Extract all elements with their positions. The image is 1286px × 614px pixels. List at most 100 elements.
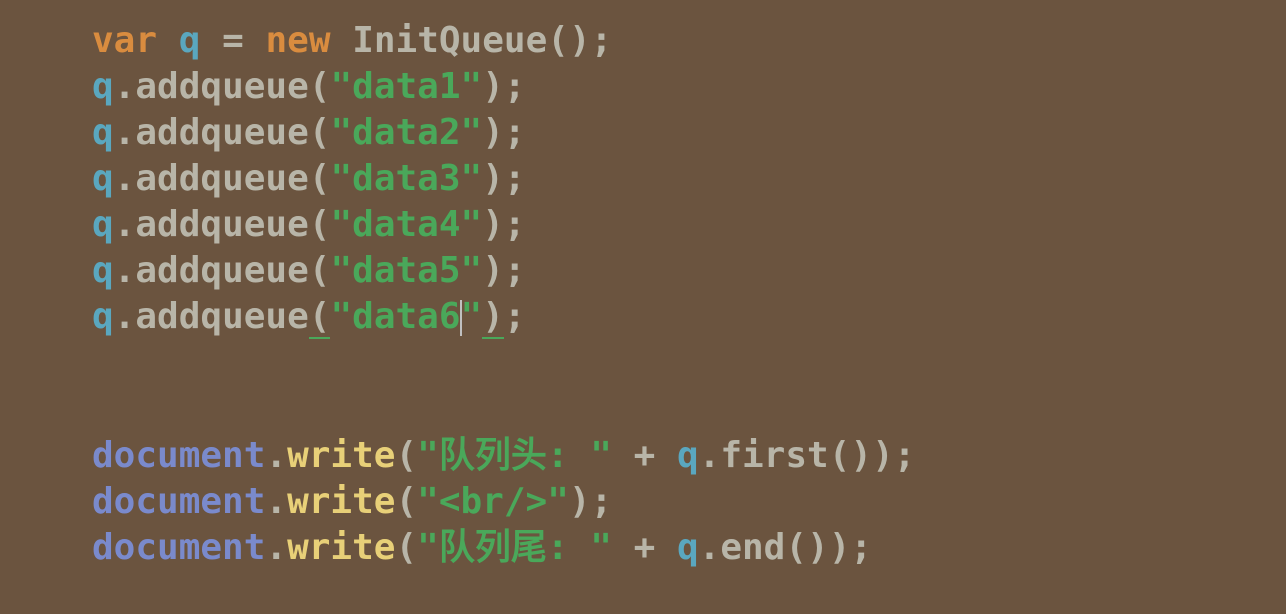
semicolon: ; bbox=[894, 435, 916, 476]
dot: . bbox=[699, 527, 721, 568]
code-line-addqueue-3: q.addqueue("data3"); bbox=[92, 156, 1286, 202]
string-data6: data6 bbox=[352, 296, 460, 337]
dot: . bbox=[265, 527, 287, 568]
paren-close-matched: ) bbox=[482, 296, 504, 337]
string-quote: " bbox=[417, 527, 439, 568]
paren-open: ( bbox=[547, 20, 569, 61]
string-quote: " bbox=[461, 66, 483, 107]
string-quote: " bbox=[590, 527, 612, 568]
blank-line bbox=[92, 387, 1286, 433]
identifier-q: q bbox=[92, 112, 114, 153]
paren-close: ) bbox=[482, 112, 504, 153]
dot: . bbox=[114, 296, 136, 337]
string-quote: " bbox=[461, 112, 483, 153]
paren-open: ( bbox=[309, 158, 331, 199]
semicolon: ; bbox=[504, 112, 526, 153]
method-addqueue: addqueue bbox=[135, 66, 308, 107]
code-line-write-end: document.write("队列尾: " + q.end()); bbox=[92, 525, 1286, 571]
operator-plus: + bbox=[634, 527, 656, 568]
identifier-q: q bbox=[92, 158, 114, 199]
method-addqueue: addqueue bbox=[135, 204, 308, 245]
method-write: write bbox=[287, 435, 395, 476]
paren-close: ) bbox=[569, 481, 591, 522]
method-addqueue: addqueue bbox=[135, 296, 308, 337]
paren-open: ( bbox=[395, 481, 417, 522]
operator-plus: + bbox=[634, 435, 656, 476]
text-cursor bbox=[460, 300, 462, 336]
paren-open: ( bbox=[829, 435, 851, 476]
method-end: end bbox=[720, 527, 785, 568]
semicolon: ; bbox=[504, 296, 526, 337]
string-quote: " bbox=[330, 204, 352, 245]
code-line-1: var q = new InitQueue(); bbox=[92, 18, 1286, 64]
identifier-q: q bbox=[677, 435, 699, 476]
string-tail: 队列尾: bbox=[439, 527, 590, 568]
paren-open: ( bbox=[395, 435, 417, 476]
semicolon: ; bbox=[504, 158, 526, 199]
string-br: <br/> bbox=[439, 481, 547, 522]
string-head: 队列头: bbox=[439, 435, 590, 476]
dot: . bbox=[265, 481, 287, 522]
method-addqueue: addqueue bbox=[135, 250, 308, 291]
semicolon: ; bbox=[504, 204, 526, 245]
string-quote: " bbox=[590, 435, 612, 476]
code-line-write-first: document.write("队列头: " + q.first()); bbox=[92, 433, 1286, 479]
string-data4: data4 bbox=[352, 204, 460, 245]
dot: . bbox=[114, 112, 136, 153]
dot: . bbox=[265, 435, 287, 476]
blank-line bbox=[92, 341, 1286, 387]
string-data3: data3 bbox=[352, 158, 460, 199]
semicolon: ; bbox=[591, 20, 613, 61]
class-initqueue: InitQueue bbox=[352, 20, 547, 61]
dot: . bbox=[114, 204, 136, 245]
code-line-addqueue-1: q.addqueue("data1"); bbox=[92, 64, 1286, 110]
semicolon: ; bbox=[504, 250, 526, 291]
method-addqueue: addqueue bbox=[135, 158, 308, 199]
code-line-addqueue-4: q.addqueue("data4"); bbox=[92, 202, 1286, 248]
string-quote: " bbox=[330, 112, 352, 153]
semicolon: ; bbox=[504, 66, 526, 107]
string-data5: data5 bbox=[352, 250, 460, 291]
string-quote: " bbox=[461, 250, 483, 291]
paren-open-matched: ( bbox=[309, 296, 331, 337]
paren-close: ) bbox=[482, 250, 504, 291]
code-line-addqueue-2: q.addqueue("data2"); bbox=[92, 110, 1286, 156]
string-data2: data2 bbox=[352, 112, 460, 153]
paren-close: ) bbox=[807, 527, 829, 568]
string-quote: " bbox=[330, 296, 352, 337]
dot: . bbox=[114, 158, 136, 199]
identifier-q: q bbox=[92, 204, 114, 245]
string-quote: " bbox=[330, 250, 352, 291]
paren-open: ( bbox=[309, 204, 331, 245]
operator-equals: = bbox=[222, 20, 244, 61]
string-quote: " bbox=[547, 481, 569, 522]
paren-open: ( bbox=[309, 250, 331, 291]
method-write: write bbox=[287, 481, 395, 522]
paren-close: ) bbox=[829, 527, 851, 568]
identifier-q: q bbox=[677, 527, 699, 568]
string-quote: " bbox=[461, 158, 483, 199]
code-editor[interactable]: var q = new InitQueue(); q.addqueue("dat… bbox=[92, 18, 1286, 571]
identifier-q: q bbox=[92, 66, 114, 107]
paren-open: ( bbox=[395, 527, 417, 568]
dot: . bbox=[699, 435, 721, 476]
identifier-q: q bbox=[92, 296, 114, 337]
dot: . bbox=[114, 66, 136, 107]
keyword-new: new bbox=[265, 20, 330, 61]
paren-open: ( bbox=[309, 66, 331, 107]
paren-close: ) bbox=[482, 204, 504, 245]
method-addqueue: addqueue bbox=[135, 112, 308, 153]
string-data1: data1 bbox=[352, 66, 460, 107]
identifier-q: q bbox=[179, 20, 201, 61]
keyword-var: var bbox=[92, 20, 157, 61]
paren-close: ) bbox=[482, 158, 504, 199]
method-write: write bbox=[287, 527, 395, 568]
string-quote: " bbox=[417, 435, 439, 476]
identifier-q: q bbox=[92, 250, 114, 291]
semicolon: ; bbox=[591, 481, 613, 522]
string-quote: " bbox=[461, 204, 483, 245]
code-line-write-br: document.write("<br/>"); bbox=[92, 479, 1286, 525]
string-quote: " bbox=[461, 296, 483, 337]
semicolon: ; bbox=[850, 527, 872, 568]
object-document: document bbox=[92, 435, 265, 476]
